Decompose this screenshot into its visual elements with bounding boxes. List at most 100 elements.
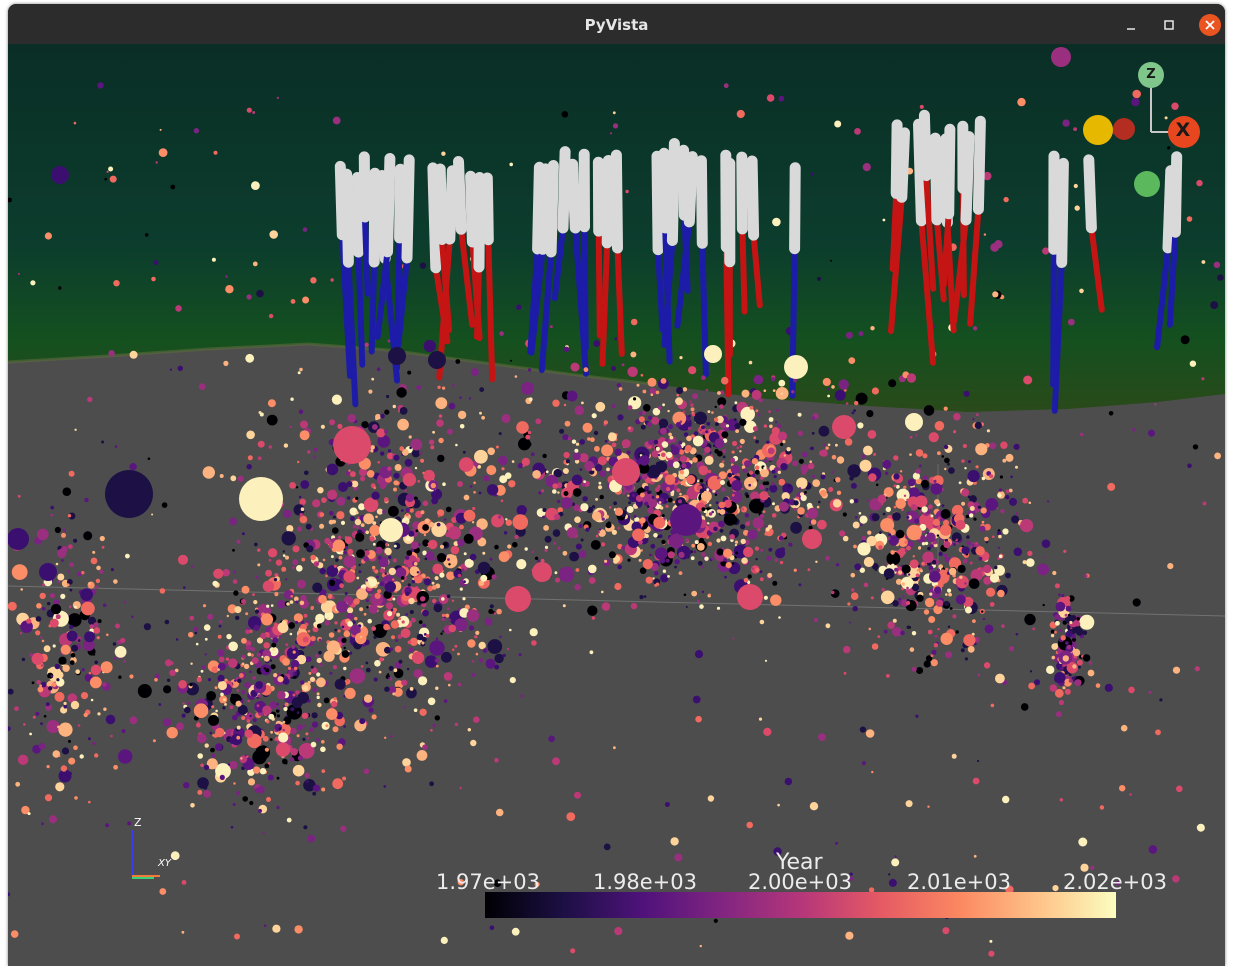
seismic-event bbox=[430, 482, 436, 489]
seismic-event bbox=[640, 492, 645, 498]
triad-xy-label: XY bbox=[158, 858, 171, 869]
seismic-event bbox=[72, 601, 81, 610]
seismic-event bbox=[731, 493, 735, 497]
seismic-event bbox=[337, 629, 341, 633]
seismic-event bbox=[845, 331, 853, 339]
seismic-event bbox=[644, 485, 650, 491]
seismic-event bbox=[639, 595, 644, 600]
seismic-event bbox=[916, 667, 924, 674]
seismic-event bbox=[32, 715, 36, 719]
seismic-event bbox=[861, 535, 867, 541]
seismic-event bbox=[35, 711, 40, 716]
seismic-event bbox=[992, 535, 995, 539]
seismic-event bbox=[562, 468, 569, 474]
seismic-event bbox=[230, 475, 237, 482]
seismic-event bbox=[941, 504, 945, 508]
seismic-event bbox=[616, 383, 621, 388]
seismic-event bbox=[929, 569, 933, 573]
seismic-event bbox=[503, 531, 508, 535]
seismic-event bbox=[961, 501, 966, 506]
seismic-event bbox=[627, 558, 631, 562]
seismic-event bbox=[930, 483, 943, 495]
seismic-event bbox=[849, 621, 851, 624]
seismic-event bbox=[211, 753, 216, 758]
seismic-event bbox=[202, 466, 215, 479]
seismic-event bbox=[1076, 617, 1080, 621]
seismic-event bbox=[606, 467, 610, 472]
seismic-event bbox=[498, 455, 508, 466]
seismic-event bbox=[268, 445, 272, 449]
seismic-event bbox=[353, 598, 360, 605]
seismic-event bbox=[759, 491, 769, 501]
seismic-event bbox=[1005, 495, 1010, 500]
seismic-event bbox=[343, 570, 356, 583]
seismic-event bbox=[266, 604, 270, 608]
scene-canvas[interactable] bbox=[8, 44, 1225, 966]
well-lower-section bbox=[581, 223, 589, 352]
well-upper-section bbox=[746, 155, 760, 241]
seismic-event bbox=[394, 645, 402, 653]
seismic-event bbox=[217, 649, 225, 657]
maximize-button[interactable] bbox=[1158, 14, 1180, 36]
seismic-event bbox=[753, 374, 764, 385]
minimize-button[interactable] bbox=[1120, 14, 1142, 36]
seismic-event bbox=[420, 596, 426, 602]
seismic-event bbox=[645, 576, 653, 584]
seismic-event bbox=[964, 467, 967, 470]
seismic-event bbox=[665, 504, 669, 508]
seismic-event bbox=[895, 484, 900, 489]
seismic-event bbox=[933, 479, 937, 483]
seismic-event bbox=[753, 436, 757, 440]
seismic-event bbox=[745, 494, 750, 498]
seismic-event bbox=[443, 699, 448, 703]
seismic-event bbox=[347, 607, 354, 614]
seismic-event bbox=[473, 491, 476, 494]
seismic-event bbox=[964, 582, 967, 585]
seismic-event bbox=[51, 166, 69, 184]
seismic-event bbox=[767, 524, 773, 529]
seismic-event bbox=[441, 151, 446, 156]
seismic-event bbox=[431, 497, 439, 505]
seismic-event bbox=[599, 471, 603, 475]
seismic-event bbox=[277, 599, 286, 609]
seismic-event bbox=[1192, 444, 1199, 450]
seismic-event bbox=[921, 562, 925, 566]
seismic-event bbox=[741, 487, 744, 491]
seismic-event bbox=[893, 484, 897, 488]
seismic-event bbox=[731, 480, 743, 491]
seismic-event bbox=[572, 452, 581, 461]
seismic-event bbox=[935, 599, 944, 607]
seismic-event bbox=[310, 554, 316, 561]
render-viewport[interactable]: Z X Z XY Year 1.97e+03 1.98e+03 2.00e+03… bbox=[8, 44, 1225, 966]
seismic-event bbox=[354, 616, 358, 621]
seismic-event bbox=[669, 435, 674, 440]
seismic-event bbox=[441, 651, 452, 663]
seismic-event bbox=[915, 468, 921, 474]
seismic-event bbox=[368, 578, 377, 587]
seismic-event bbox=[888, 878, 897, 887]
seismic-event bbox=[48, 686, 53, 691]
seismic-event bbox=[203, 764, 210, 771]
close-button[interactable] bbox=[1199, 14, 1221, 36]
seismic-event bbox=[267, 548, 278, 558]
seismic-event bbox=[334, 628, 338, 632]
seismic-event bbox=[220, 692, 224, 697]
seismic-event bbox=[651, 445, 655, 449]
seismic-event bbox=[655, 495, 660, 499]
seismic-event bbox=[662, 569, 667, 573]
seismic-event bbox=[778, 535, 784, 541]
well-upper-section bbox=[341, 168, 354, 268]
well-upper-section bbox=[453, 156, 467, 235]
seismic-event bbox=[755, 558, 758, 561]
seismic-event bbox=[170, 184, 176, 190]
seismic-event bbox=[445, 506, 452, 513]
seismic-event bbox=[732, 637, 735, 640]
title-bar[interactable]: PyVista bbox=[8, 4, 1225, 44]
seismic-event bbox=[292, 764, 305, 777]
seismic-event bbox=[257, 563, 261, 567]
seismic-event bbox=[125, 553, 130, 559]
seismic-event bbox=[997, 531, 1002, 536]
seismic-event bbox=[940, 632, 953, 645]
seismic-event bbox=[707, 522, 710, 525]
seismic-event bbox=[647, 415, 653, 420]
